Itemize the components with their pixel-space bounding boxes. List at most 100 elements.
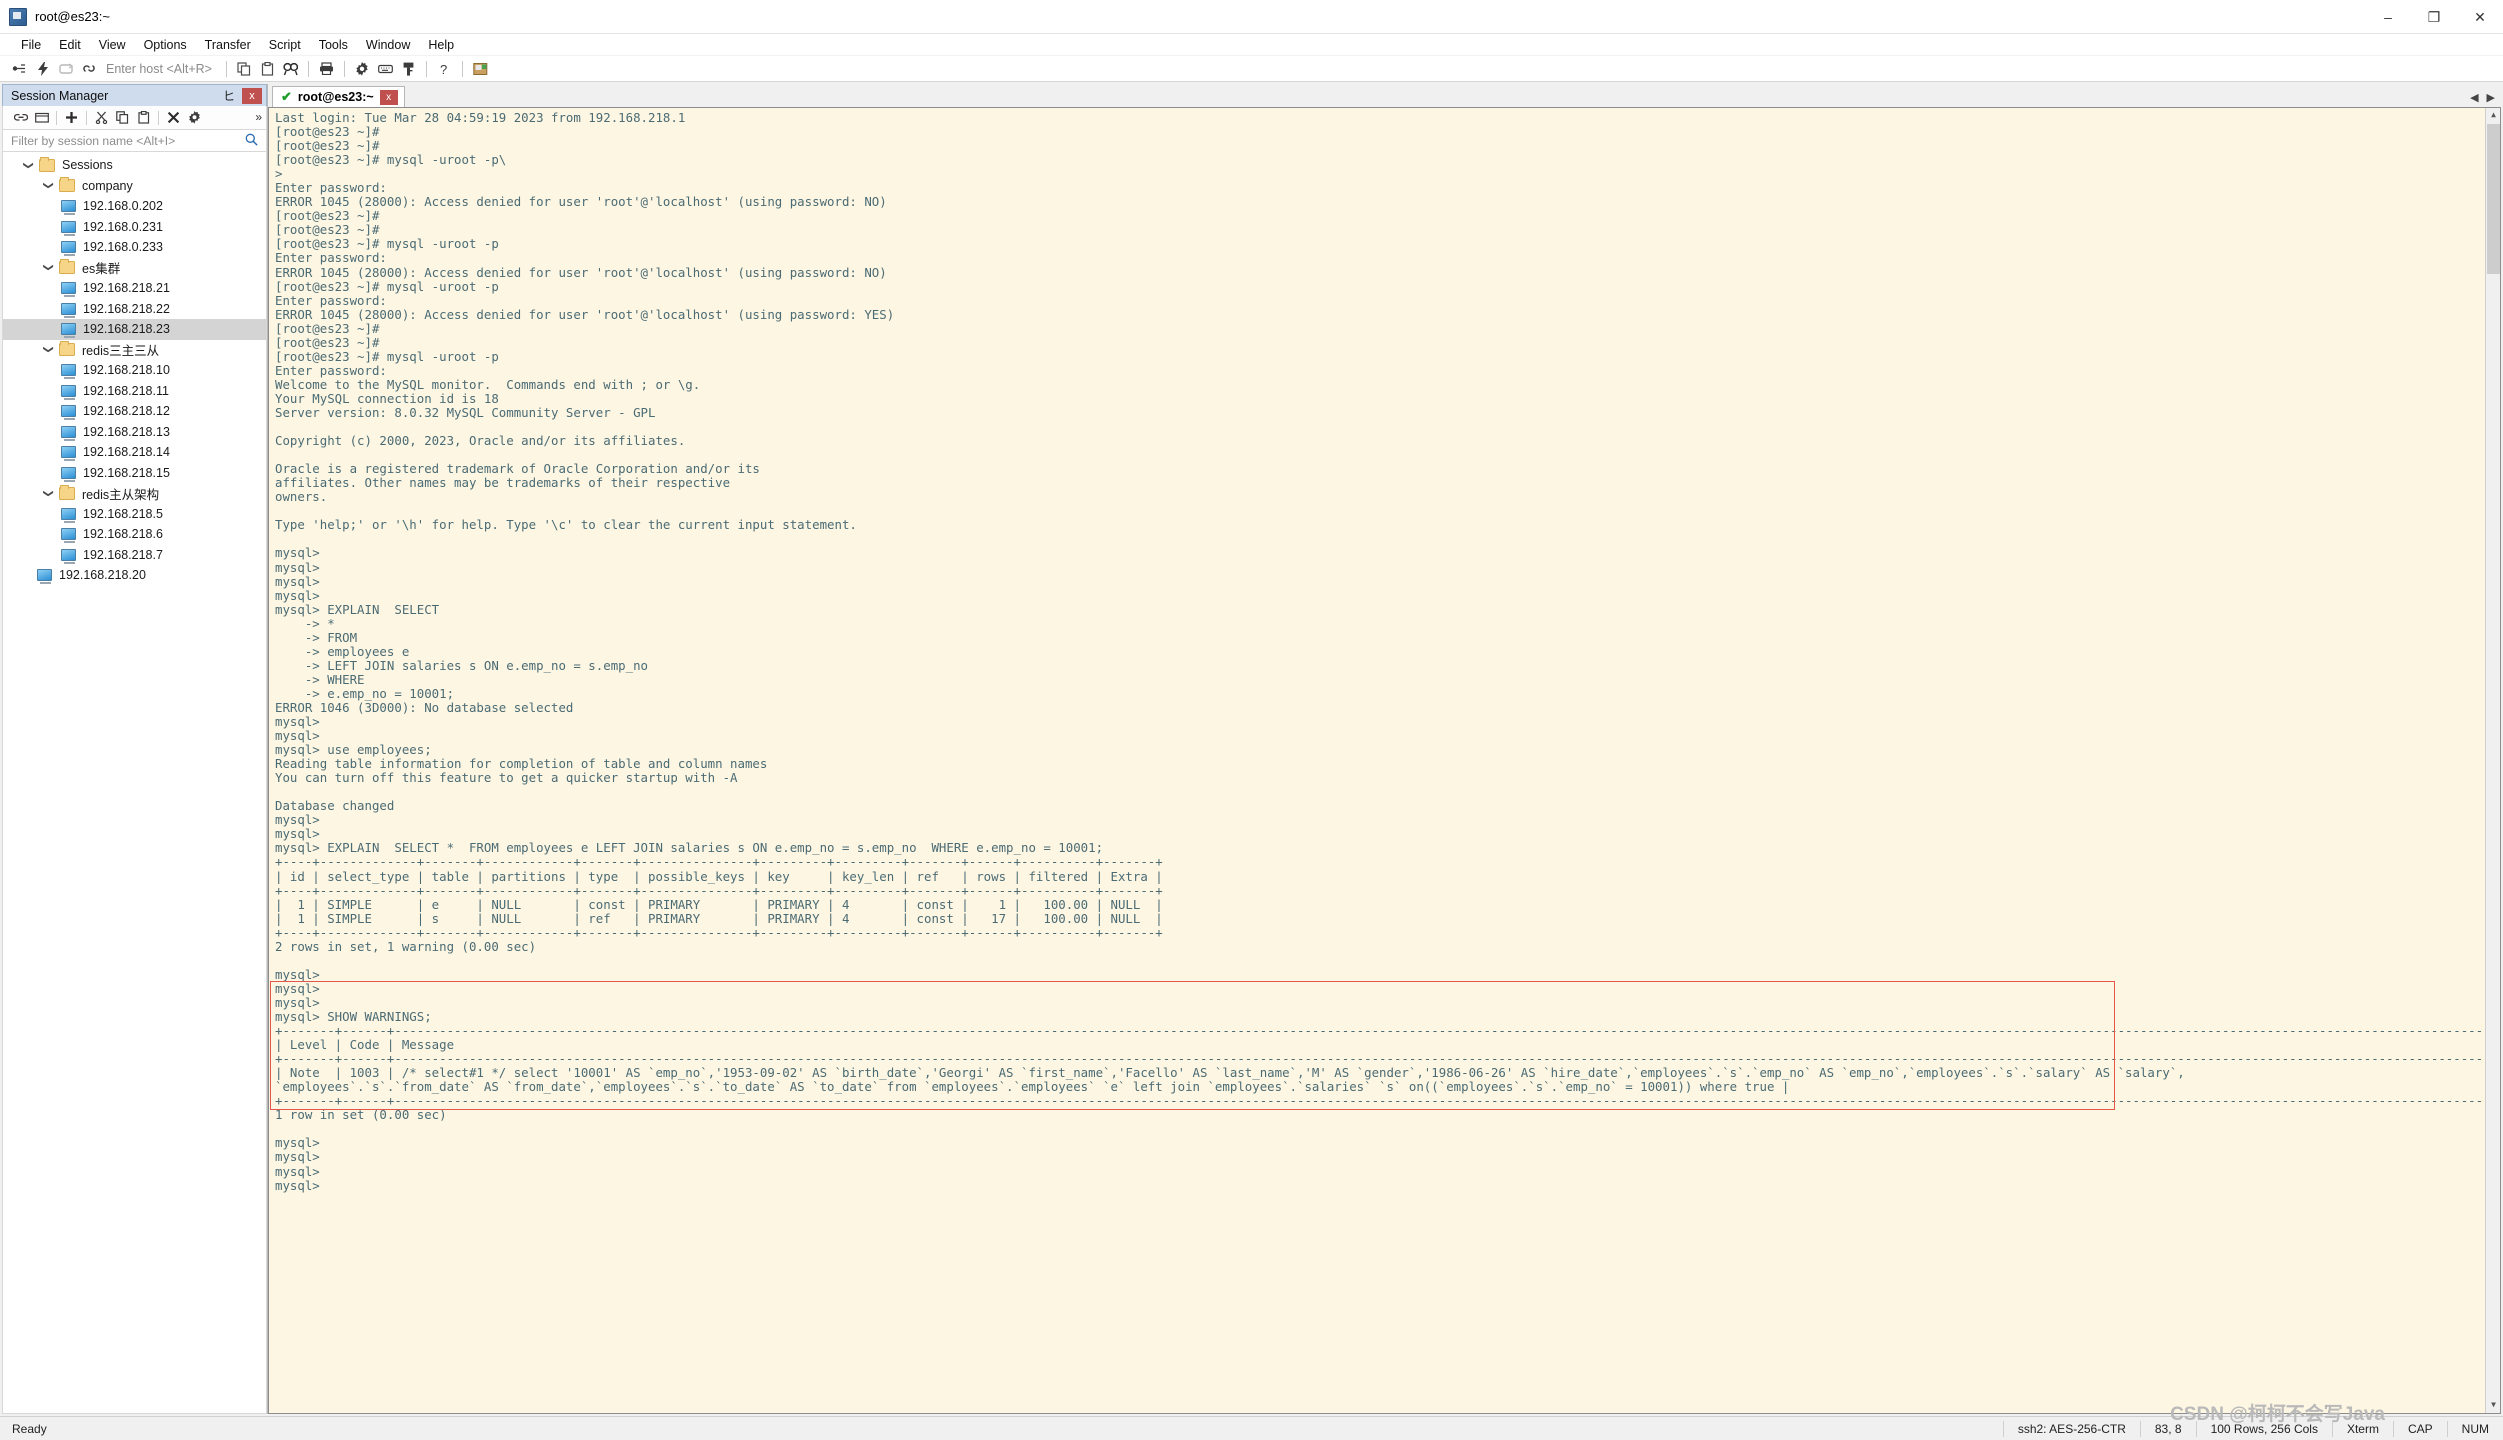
tree-folder[interactable]: ❯ company (3, 176, 266, 197)
menu-window[interactable]: Window (357, 36, 419, 54)
new-folder-icon[interactable] (31, 108, 52, 128)
paste-icon[interactable] (256, 58, 279, 80)
tree-session[interactable]: 192.168.218.14 (3, 442, 266, 463)
session-options-icon[interactable] (469, 58, 492, 80)
session-tree[interactable]: ❯ Sessions ❯ company 192.168.0.202 192.168.0.… (2, 152, 267, 1414)
tab-root-es23[interactable]: ✔ root@es23:~ x (272, 86, 405, 107)
help-icon[interactable]: ? (433, 58, 456, 80)
tree-session[interactable]: 192.168.218.10 (3, 360, 266, 381)
quick-connect-icon[interactable] (31, 58, 54, 80)
terminal-line: Enter password: (275, 362, 387, 378)
scroll-up-icon[interactable]: ▲ (2486, 108, 2500, 123)
terminal-line: mysql> EXPLAIN SELECT * FROM employees e… (275, 840, 1104, 856)
tab-close-button[interactable]: x (379, 89, 398, 105)
toolbar-overflow-icon[interactable]: » (255, 110, 262, 124)
paste-icon[interactable] (133, 108, 154, 128)
copy-icon[interactable] (112, 108, 133, 128)
tree-session[interactable]: 192.168.218.23 (3, 319, 266, 340)
chevron-down-icon[interactable]: ❯ (23, 154, 34, 176)
computer-icon (61, 466, 76, 482)
chevron-down-icon[interactable]: ❯ (43, 175, 54, 197)
tree-item-label: Sessions (62, 158, 113, 173)
tree-session[interactable]: 192.168.218.11 (3, 381, 266, 402)
menu-file[interactable]: File (12, 36, 50, 54)
tree-session[interactable]: 192.168.218.6 (3, 524, 266, 545)
connect-icon[interactable] (8, 58, 31, 80)
menu-tools[interactable]: Tools (310, 36, 357, 54)
reconnect-icon[interactable] (54, 58, 77, 80)
terminal-line: +----+-------------+-------+------------… (275, 924, 1163, 940)
terminal-line: +----+-------------+-------+------------… (275, 854, 1163, 870)
menu-script[interactable]: Script (260, 36, 310, 54)
delete-icon[interactable] (163, 108, 184, 128)
tab-scroll-controls[interactable]: ◀ ▶ (2470, 91, 2495, 104)
status-right-group: ssh2: AES-256-CTR 83, 8 100 Rows, 256 Co… (2002, 1417, 2503, 1440)
key-icon[interactable] (397, 58, 420, 80)
tree-folder[interactable]: ❯ redis主从架构 (3, 483, 266, 504)
tree-item-label: 192.168.218.6 (83, 527, 163, 542)
tree-session[interactable]: 192.168.218.7 (3, 545, 266, 566)
tree-session[interactable]: 192.168.0.233 (3, 237, 266, 258)
terminal-line: mysql> (275, 966, 320, 982)
tree-item-label: company (82, 178, 133, 193)
tree-folder[interactable]: ❯ es集群 (3, 258, 266, 279)
terminal-line: Welcome to the MySQL monitor. Commands e… (275, 376, 701, 392)
close-button[interactable]: ✕ (2457, 0, 2503, 34)
tree-session[interactable]: 192.168.218.15 (3, 463, 266, 484)
settings-icon[interactable] (351, 58, 374, 80)
link-icon[interactable] (10, 108, 31, 128)
tree-session[interactable]: 192.168.218.5 (3, 504, 266, 525)
chevron-down-icon[interactable]: ❯ (43, 339, 54, 361)
computer-icon (61, 302, 76, 318)
terminal-line: mysql> (275, 1149, 320, 1165)
terminal-line: -> WHERE (275, 671, 365, 687)
copy-icon[interactable] (233, 58, 256, 80)
tree-session[interactable]: 192.168.218.21 (3, 278, 266, 299)
tree-session[interactable]: 192.168.0.202 (3, 196, 266, 217)
menu-transfer[interactable]: Transfer (196, 36, 260, 54)
minimize-button[interactable]: – (2365, 0, 2411, 34)
properties-icon[interactable] (184, 108, 205, 128)
tree-session[interactable]: 192.168.218.22 (3, 299, 266, 320)
computer-icon (61, 384, 76, 400)
panel-close-button[interactable]: x (242, 88, 262, 104)
chevron-down-icon[interactable]: ❯ (43, 482, 54, 504)
terminal-line: +-------+------+------------------------… (275, 1023, 2501, 1039)
title-bar: root@es23:~ – ❐ ✕ (0, 0, 2503, 34)
tree-session[interactable]: 192.168.218.13 (3, 422, 266, 443)
session-filter[interactable]: Filter by session name <Alt+I> (2, 130, 267, 152)
menu-edit[interactable]: Edit (50, 36, 90, 54)
menu-view[interactable]: View (90, 36, 135, 54)
terminal-line: mysql> (275, 545, 320, 561)
terminal-line: | id | select_type | table | partitions … (275, 868, 1163, 884)
terminal-line: mysql> (275, 559, 320, 575)
disconnect-icon[interactable] (77, 58, 100, 80)
scroll-thumb[interactable] (2487, 124, 2500, 274)
magnifier-icon[interactable] (245, 133, 258, 149)
status-protocol: ssh2: AES-256-CTR (2002, 1421, 2140, 1437)
tree-session[interactable]: 192.168.218.20 (3, 565, 266, 586)
terminal-line: Oracle is a registered trademark of Orac… (275, 461, 760, 477)
tree-session[interactable]: 192.168.218.12 (3, 401, 266, 422)
scroll-down-icon[interactable]: ▼ (2486, 1398, 2500, 1413)
keymap-icon[interactable] (374, 58, 397, 80)
terminal-line: +-------+------+------------------------… (275, 1051, 2501, 1067)
add-icon[interactable] (61, 108, 82, 128)
tree-folder[interactable]: ❯ redis三主三从 (3, 340, 266, 361)
menu-options[interactable]: Options (135, 36, 196, 54)
find-icon[interactable] (279, 58, 302, 80)
host-input[interactable]: Enter host <Alt+R> (106, 62, 212, 76)
maximize-button[interactable]: ❐ (2411, 0, 2457, 34)
tab-next-icon[interactable]: ▶ (2487, 91, 2495, 104)
menu-help[interactable]: Help (419, 36, 463, 54)
cut-icon[interactable] (91, 108, 112, 128)
terminal-output[interactable]: ▲ ▼ Last login: Tue Mar 28 04:59:19 2023… (268, 107, 2501, 1414)
chevron-down-icon[interactable]: ❯ (43, 257, 54, 279)
tree-folder[interactable]: ❯ Sessions (3, 155, 266, 176)
terminal-scrollbar[interactable]: ▲ ▼ (2485, 108, 2500, 1413)
print-icon[interactable] (315, 58, 338, 80)
tree-session[interactable]: 192.168.0.231 (3, 217, 266, 238)
tab-prev-icon[interactable]: ◀ (2470, 91, 2478, 104)
pin-icon[interactable]: ヒ (222, 88, 236, 104)
